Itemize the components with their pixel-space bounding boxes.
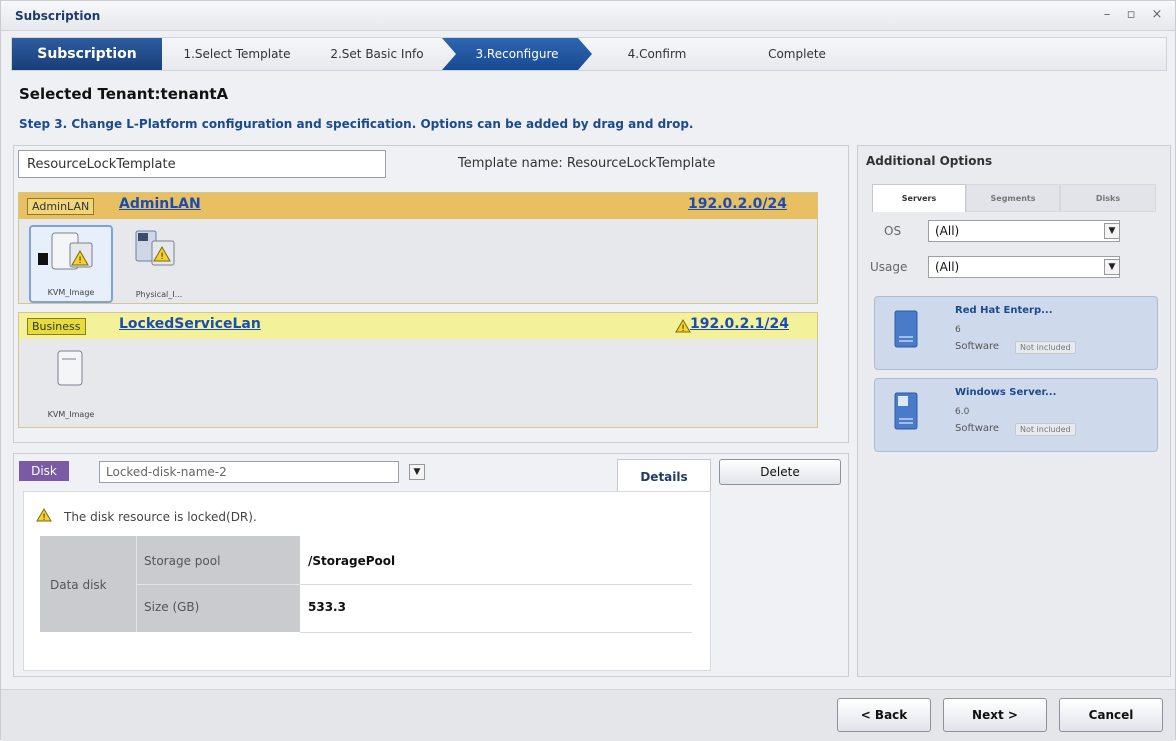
option-name: Red Hat Enterp... [955,305,1053,316]
option-version: 6.0 [955,407,970,417]
option-version: 6 [955,325,961,335]
usage-filter-label: Usage [870,260,908,274]
disk-details: ! The disk resource is locked(DR). Data … [23,491,711,671]
title-bar: Subscription – ▫ × [1,1,1175,31]
window-title: Subscription [15,9,101,23]
segment-tag: AdminLAN [27,198,95,215]
server-icon: ! [135,230,175,266]
step-select-template: 1.Select Template [183,47,291,61]
option-name: Windows Server... [955,387,1057,398]
step-complete: Complete [768,47,826,61]
step-reconfigure: 3.Reconfigure [442,38,592,70]
lplatform-name-input[interactable]: ResourceLockTemplate [18,150,386,178]
step-set-basic-info: 2.Set Basic Info [330,47,424,61]
segment-name-link[interactable]: AdminLAN [119,196,201,212]
option-badge: Not included [1015,341,1076,354]
segment-business-lan[interactable]: Business LockedServiceLan 192.0.2.1/24 !… [18,312,818,428]
server-icon: ! [38,232,93,270]
configuration-panel: ResourceLockTemplate Template name: Reso… [13,145,849,443]
tab-disks[interactable]: Disks [1060,184,1156,212]
server-kvm-image[interactable]: ! KVM_Image [29,225,113,303]
option-kind: Software [955,423,1000,434]
os-filter-label: OS [884,224,902,238]
svg-text:!: ! [160,252,164,262]
segment-header: Business LockedServiceLan 192.0.2.1/24 ! [19,313,817,339]
minimize-icon[interactable]: – [1097,7,1117,22]
chevron-down-icon[interactable]: ▼ [1104,259,1120,275]
svg-text:!: ! [681,324,685,333]
wizard-steps: Subscription 1.Select Template 2.Set Bas… [11,37,1167,71]
server-physical[interactable]: ! Physical_I... [117,225,201,303]
server-kvm-image[interactable]: KVM_Image [29,345,113,423]
server-caption: Physical_I... [135,290,183,299]
disk-tag: Disk [19,461,69,481]
locked-message: The disk resource is locked(DR). [64,510,257,524]
delete-button[interactable]: Delete [719,459,841,485]
server-caption: KVM_Image [47,410,95,419]
back-button[interactable]: < Back [837,698,931,732]
tenant-heading: Selected Tenant:tenantA [19,85,229,103]
step-instruction: Step 3. Change L-Platform configuration … [19,117,694,131]
cancel-button[interactable]: Cancel [1059,698,1163,732]
tab-segments[interactable]: Segments [966,184,1060,212]
close-icon[interactable]: × [1147,7,1167,22]
server-caption: KVM_Image [47,288,95,297]
segment-header: AdminLAN AdminLAN 192.0.2.0/24 [19,193,817,219]
details-tab[interactable]: Details [617,459,711,493]
segment-tag: Business [27,318,86,335]
wizard-main-label: Subscription [12,38,162,70]
warning-icon: ! [36,508,52,525]
subnet-link[interactable]: 192.0.2.1/24 [690,316,789,332]
additional-options-title: Additional Options [866,154,993,168]
disk-select[interactable]: Locked-disk-name-2 [99,461,399,483]
option-item-redhat[interactable]: Red Hat Enterp... 6 Software Not include… [874,296,1158,370]
step-confirm: 4.Confirm [627,47,687,61]
svg-text:!: ! [42,513,46,522]
disk-bar: Disk Locked-disk-name-2 ▼ Details Delete [13,459,849,493]
disk-table: Data disk Storage pool /StoragePool Size… [40,536,692,636]
table-key: Size (GB) [144,600,200,614]
table-value: /StoragePool [308,554,396,568]
segment-name-link[interactable]: LockedServiceLan [119,316,261,332]
option-item-windows[interactable]: Windows Server... 6.0 Software Not inclu… [874,378,1158,452]
chevron-down-icon[interactable]: ▼ [1104,223,1120,239]
option-badge: Not included [1015,423,1076,436]
option-kind: Software [955,341,1000,352]
usage-filter-select[interactable]: (All) [928,256,1120,278]
chevron-down-icon[interactable]: ▼ [409,464,425,480]
template-name-label: Template name: ResourceLockTemplate [458,156,716,171]
table-value: 533.3 [308,600,346,614]
next-button[interactable]: Next > [943,698,1047,732]
segment-admin-lan[interactable]: AdminLAN AdminLAN 192.0.2.0/24 ! KVM_Ima… [18,192,818,304]
table-key: Storage pool [144,554,221,568]
subscription-window: Subscription – ▫ × Subscription 1.Select… [0,0,1176,741]
subnet-link[interactable]: 192.0.2.0/24 [688,196,787,212]
warning-icon: ! [675,319,691,333]
table-group-label: Data disk [50,578,107,592]
additional-options-panel: Additional Options Servers Segments Disk… [857,145,1171,677]
windows-server-icon [893,391,919,434]
os-filter-select[interactable]: (All) [928,220,1120,242]
linux-server-icon [893,309,919,352]
server-icon [57,350,83,386]
restore-icon[interactable]: ▫ [1121,7,1141,22]
tab-servers[interactable]: Servers [872,184,966,212]
svg-text:!: ! [78,256,82,266]
footer-bar: < Back Next > Cancel [1,689,1175,741]
